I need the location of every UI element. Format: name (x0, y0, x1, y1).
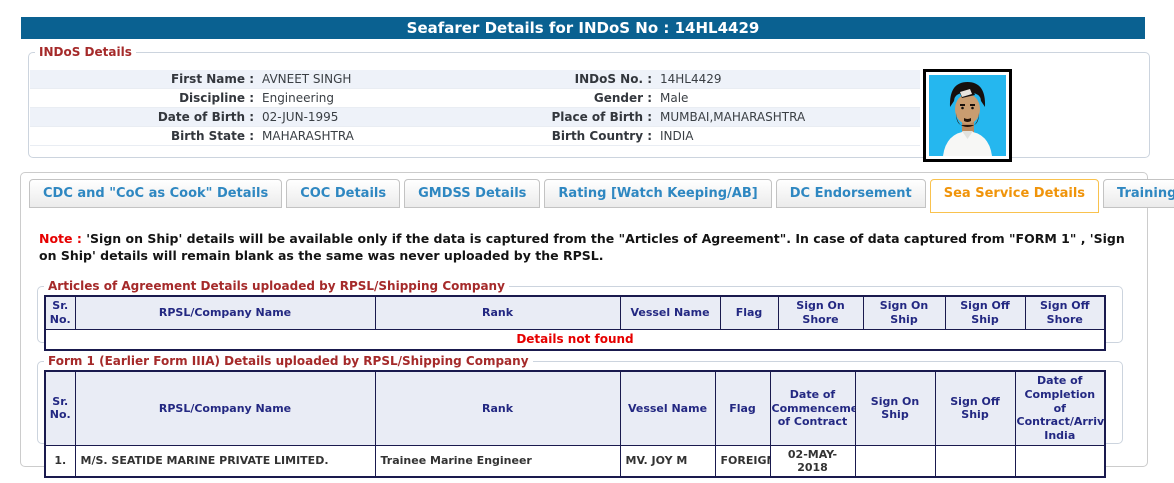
articles-of-agreement-section: Articles of Agreement Details uploaded b… (37, 279, 1123, 343)
column-header: Vessel Name (620, 371, 715, 445)
column-header: Sign On Ship (863, 296, 945, 329)
tab-bar: CDC and "CoC as Cook" Details COC Detail… (29, 179, 1174, 213)
column-header: Sign On Ship (855, 371, 935, 445)
indos-details-legend: INDoS Details (35, 45, 136, 59)
note-text: 'Sign on Ship' details will be available… (39, 231, 1125, 263)
table-header-row: Sr. No. RPSL/Company Name Rank Vessel Na… (45, 371, 1105, 445)
indos-row-first-name: First Name : AVNEET SINGH INDoS No. : 14… (30, 70, 920, 89)
tab-sea-service-details[interactable]: Sea Service Details (930, 179, 1099, 213)
column-header: Sign Off Ship (935, 371, 1015, 445)
column-header: RPSL/Company Name (75, 371, 375, 445)
table-row: 1. M/S. SEATIDE MARINE PRIVATE LIMITED. … (45, 445, 1105, 477)
cell-vessel-name: MV. JOY M (620, 445, 715, 477)
indos-row-discipline: Discipline : Engineering Gender : Male (30, 89, 920, 108)
cell-rank: Trainee Marine Engineer (375, 445, 620, 477)
note-prefix: Note : (39, 231, 82, 246)
cell-company-name: M/S. SEATIDE MARINE PRIVATE LIMITED. (75, 445, 375, 477)
field-label: Gender : (532, 89, 652, 107)
column-header: Sr. No. (45, 371, 75, 445)
form1-section: Form 1 (Earlier Form IIIA) Details uploa… (37, 354, 1123, 444)
column-header: Rank (375, 296, 620, 329)
articles-of-agreement-legend: Articles of Agreement Details uploaded b… (44, 279, 509, 293)
column-header: Date of Completion of Contract/Arriving … (1015, 371, 1105, 445)
column-header: Date of Commencement of Contract (770, 371, 855, 445)
column-header: RPSL/Company Name (75, 296, 375, 329)
column-header: Sign Off Ship (945, 296, 1025, 329)
cell-date-of-completion (1015, 445, 1105, 477)
indos-row-date-of-birth: Date of Birth : 02-JUN-1995 Place of Bir… (30, 108, 920, 127)
cell-sign-on-ship (855, 445, 935, 477)
field-label: Discipline : (30, 89, 254, 107)
sign-on-ship-note: Note : 'Sign on Ship' details will be av… (39, 231, 1139, 264)
tab-dc-endorsement[interactable]: DC Endorsement (776, 179, 926, 208)
table-header-row: Sr. No. RPSL/Company Name Rank Vessel Na… (45, 296, 1105, 329)
field-value: 02-JUN-1995 (254, 108, 532, 126)
empty-row: Details not found (45, 329, 1105, 350)
tab-rating-watch-keeping-ab[interactable]: Rating [Watch Keeping/AB] (544, 179, 771, 208)
page-title: Seafarer Details for INDoS No : 14HL4429 (21, 17, 1145, 39)
field-label: Birth Country : (532, 127, 652, 145)
form1-table: Sr. No. RPSL/Company Name Rank Vessel Na… (44, 370, 1106, 478)
field-value: MAHARASHTRA (254, 127, 532, 145)
articles-of-agreement-table: Sr. No. RPSL/Company Name Rank Vessel Na… (44, 295, 1106, 351)
form1-legend: Form 1 (Earlier Form IIIA) Details uploa… (44, 354, 533, 368)
column-header: Flag (715, 371, 770, 445)
field-value: Engineering (254, 89, 532, 107)
indos-details-grid: First Name : AVNEET SINGH INDoS No. : 14… (30, 70, 920, 146)
field-label: Birth State : (30, 127, 254, 145)
field-value: AVNEET SINGH (254, 70, 532, 88)
field-label: INDoS No. : (532, 70, 652, 88)
cell-sign-off-ship (935, 445, 1015, 477)
field-label: First Name : (30, 70, 254, 88)
column-header: Sr. No. (45, 296, 75, 329)
tab-cdc-coc-as-cook-details[interactable]: CDC and "CoC as Cook" Details (29, 179, 282, 208)
details-not-found-message: Details not found (45, 329, 1105, 350)
tab-gmdss-details[interactable]: GMDSS Details (404, 179, 540, 208)
field-value: 14HL4429 (652, 70, 920, 88)
field-value: Male (652, 89, 920, 107)
column-header: Rank (375, 371, 620, 445)
column-header: Vessel Name (620, 296, 720, 329)
seafarer-photo-image (929, 75, 1006, 156)
column-header: Sign On Shore (778, 296, 863, 329)
column-header: Flag (720, 296, 778, 329)
cell-flag: FOREIGN (715, 445, 770, 477)
field-value: INDIA (652, 127, 920, 145)
tab-content-panel: CDC and "CoC as Cook" Details COC Detail… (20, 172, 1148, 467)
cell-date-of-commencement: 02-MAY-2018 (770, 445, 855, 477)
cell-sr-no: 1. (45, 445, 75, 477)
seafarer-photo (923, 69, 1012, 162)
tab-training-details[interactable]: Training Details (1103, 179, 1174, 208)
indos-details-section: INDoS Details First Name : AVNEET SINGH … (28, 45, 1150, 158)
field-value: MUMBAI,MAHARASHTRA (652, 108, 920, 126)
field-label: Place of Birth : (532, 108, 652, 126)
column-header: Sign Off Shore (1025, 296, 1105, 329)
field-label: Date of Birth : (30, 108, 254, 126)
indos-row-birth-state: Birth State : MAHARASHTRA Birth Country … (30, 127, 920, 146)
tab-coc-details[interactable]: COC Details (286, 179, 400, 208)
